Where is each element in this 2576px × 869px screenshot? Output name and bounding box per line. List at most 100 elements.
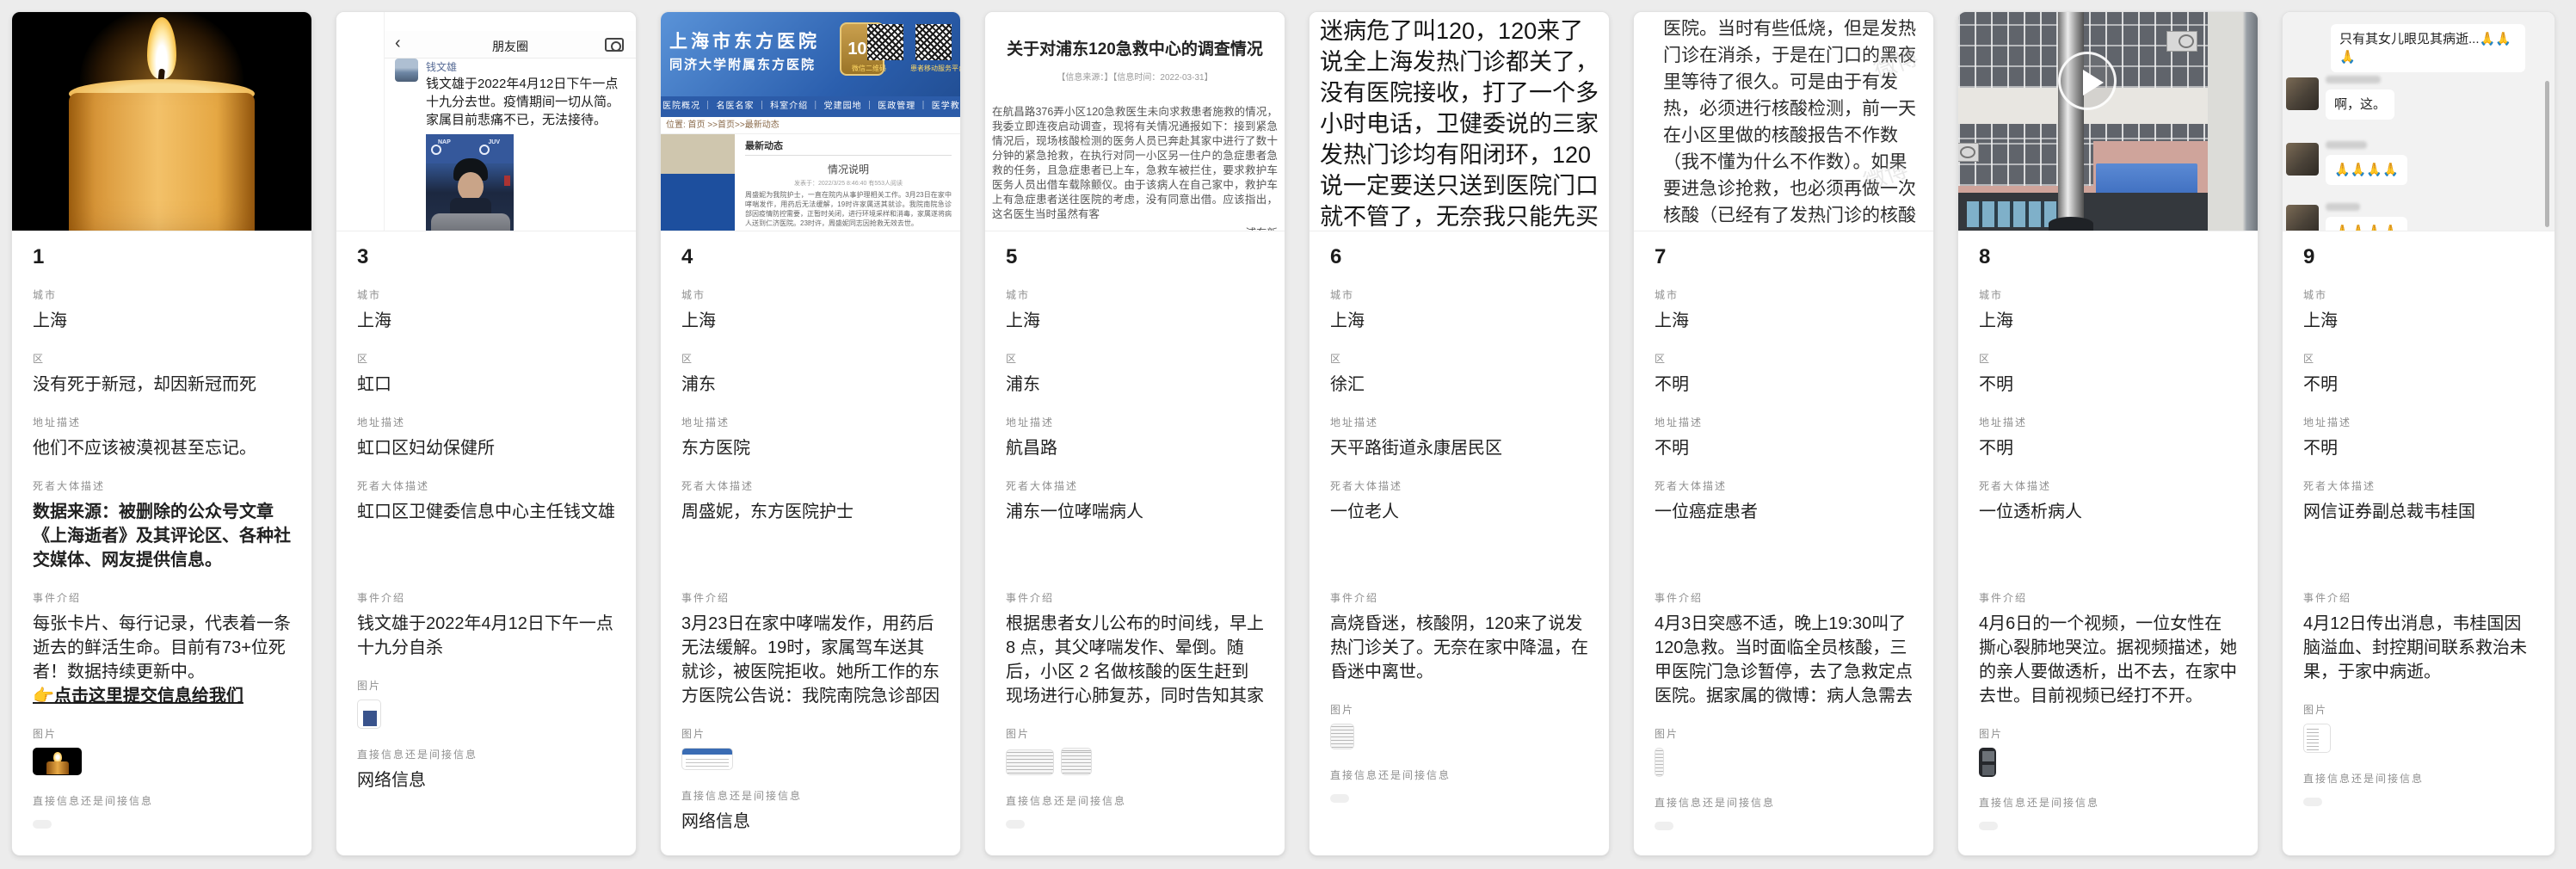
field-value-source: 网络信息	[357, 768, 615, 792]
hospital-banner: 上海市东方医院 同济大学附属东方医院 100 微信二维码 患者移动服务平台	[661, 12, 960, 96]
submit-info-link[interactable]: 👉点击这里提交信息给我们	[33, 684, 291, 708]
field-label-source: 直接信息还是间接信息	[357, 748, 615, 761]
field-label-image: 图片	[681, 727, 940, 741]
field-label-event: 事件介绍	[1006, 591, 1264, 605]
field-value-event: 根据患者女儿公布的时间线，早上 8 点，其父哮喘发作、晕倒。随后，小区 2 名做…	[1006, 612, 1264, 708]
attachment-thumbnail[interactable]	[357, 700, 381, 729]
card-cover-candle-photo[interactable]	[12, 12, 311, 231]
logo-ring	[431, 145, 441, 155]
field-value-event: 4月12日传出消息，韦桂国因脑溢血、封控期间联系救治未果，于家中病逝。	[2303, 612, 2534, 684]
thumb-frame	[1982, 751, 1994, 761]
chat-bubble: 只有其女儿眼见其病逝...🙏🙏🙏	[2331, 24, 2525, 72]
blurred-username	[2326, 141, 2367, 149]
empty-value-pill	[1655, 822, 1673, 830]
card-cover-group-chat[interactable]: 只有其女儿眼见其病逝...🙏🙏🙏 啊，这。 🙏🙏🙏🙏 🙏🙏🙏🙏	[2283, 12, 2554, 231]
moments-post-photo: NAP JUV	[426, 134, 514, 231]
notice-title: 情况说明	[745, 162, 952, 176]
poster-name: 钱文雄	[426, 59, 457, 74]
field-value-city: 上海	[681, 309, 940, 333]
field-value-address: 不明	[1655, 436, 1913, 460]
screenshot-text: 迷病危了叫120，120来了说全上海发热门诊都关了，没有医院接收，打了一个多小时…	[1310, 12, 1609, 231]
field-value-address: 航昌路	[1006, 436, 1264, 460]
field-label-city: 城市	[357, 288, 615, 302]
field-label-address: 地址描述	[1655, 416, 1913, 429]
field-value-source: 网络信息	[681, 810, 940, 834]
field-label-district: 区	[1655, 352, 1913, 366]
attachment-thumbnail[interactable]	[681, 748, 733, 770]
field-value-deceased: 一位透析病人	[1979, 500, 2237, 572]
field-value-deceased: 一位癌症患者	[1655, 500, 1913, 572]
hospital-name: 上海市东方医院	[669, 28, 820, 53]
field-value-event: 4月6日的一个视频，一位女性在撕心裂肺地哭泣。据视频描述，她的亲人要做透析，出不…	[1979, 612, 2237, 708]
balcony-pillar	[2208, 12, 2258, 231]
field-value-address: 虹口区妇幼保健所	[357, 436, 615, 460]
empty-value-pill	[1006, 820, 1025, 829]
card-cover-investigation-notice[interactable]: 关于对浦东120急救中心的调查情况 【信息来源：】【信息时间：2022-03-3…	[985, 12, 1285, 231]
notice-title: 关于对浦东120急救中心的调查情况	[992, 36, 1278, 59]
field-label-address: 地址描述	[2303, 416, 2534, 429]
field-label-district: 区	[1006, 352, 1264, 366]
field-label-source: 直接信息还是间接信息	[33, 794, 291, 808]
card-cover-video-still[interactable]	[1958, 12, 2258, 231]
thumb-frame	[1982, 765, 1994, 775]
empty-value-pill	[33, 820, 52, 829]
field-label-image: 图片	[33, 727, 291, 741]
record-card-7[interactable]: 医院。当时有些低烧，但是发热门诊在消杀，于是在门口的黑夜里等待了很久。可是由于有…	[1633, 11, 1934, 856]
record-card-9[interactable]: 只有其女儿眼见其病逝...🙏🙏🙏 啊，这。 🙏🙏🙏🙏 🙏🙏🙏🙏 9 城市 上海 …	[2282, 11, 2555, 856]
field-value-district: 浦东	[681, 373, 940, 397]
field-label-image: 图片	[1330, 703, 1588, 717]
air-conditioner	[1958, 143, 1979, 162]
attachment-thumbnail[interactable]	[1006, 749, 1054, 775]
record-card-5[interactable]: 关于对浦东120急救中心的调查情况 【信息来源：】【信息时间：2022-03-3…	[984, 11, 1285, 856]
field-label-address: 地址描述	[1006, 416, 1264, 429]
gallery-board[interactable]: 1 城市 上海 区 没有死于新冠，却因新冠而死 地址描述 他们不应该被漠视甚至忘…	[0, 0, 2576, 867]
card-cover-text-screenshot[interactable]: 迷病危了叫120，120来了说全上海发热门诊都关了，没有医院接收，打了一个多小时…	[1310, 12, 1609, 231]
attachment-thumbnail[interactable]	[1655, 748, 1664, 777]
thumb-photo	[363, 711, 377, 726]
field-label-event: 事件介绍	[1330, 591, 1588, 605]
attachment-thumbnail[interactable]	[33, 748, 82, 775]
moments-screenshot: ‹ 朋友圈 钱文雄 钱文雄于2022年4月12日下午一点十九分去世。疫情期间一切…	[384, 12, 636, 231]
man-face	[458, 172, 484, 201]
field-value-deceased: 浦东一位哮喘病人	[1006, 500, 1264, 572]
field-value-district: 不明	[1979, 373, 2237, 397]
attachment-thumbnail[interactable]	[2303, 724, 2331, 753]
moments-title-bar: ‹ 朋友圈	[385, 31, 636, 59]
attachment-thumbnail[interactable]	[1061, 748, 1092, 775]
field-label-deceased: 死者大体描述	[357, 479, 615, 493]
attachment-thumbnail[interactable]	[1979, 748, 1996, 777]
field-value-city: 上海	[357, 309, 615, 333]
chat-avatar	[2286, 143, 2319, 176]
field-value-event: 钱文雄于2022年4月12日下午一点十九分自杀	[357, 612, 615, 660]
field-value-district: 不明	[1655, 373, 1913, 397]
record-card-6[interactable]: 迷病危了叫120，120来了说全上海发热门诊都关了，没有医院接收，打了一个多小时…	[1309, 11, 1610, 856]
hospital-subname: 同济大学附属东方医院	[669, 55, 816, 73]
record-card-8[interactable]: 8 城市 上海 区 不明 地址描述 不明 死者大体描述 一位透析病人 事件介绍 …	[1957, 11, 2259, 856]
record-card-4[interactable]: 上海市东方医院 同济大学附属东方医院 100 微信二维码 患者移动服务平台 医院…	[660, 11, 961, 856]
card-cover-hospital-website[interactable]: 上海市东方医院 同济大学附属东方医院 100 微信二维码 患者移动服务平台 医院…	[661, 12, 960, 231]
field-value-city: 上海	[33, 309, 291, 333]
blue-awning	[2096, 163, 2197, 196]
chat-bubble: 啊，这。	[2326, 89, 2394, 120]
camera-icon	[605, 38, 624, 52]
notice-signature: 上海市东方医院	[745, 230, 952, 231]
record-card-3[interactable]: ‹ 朋友圈 钱文雄 钱文雄于2022年4月12日下午一点十九分去世。疫情期间一切…	[336, 11, 637, 856]
field-label-address: 地址描述	[1330, 416, 1588, 429]
play-icon	[2058, 52, 2117, 110]
card-number: 5	[1006, 245, 1264, 269]
field-label-address: 地址描述	[1979, 416, 2237, 429]
field-label-district: 区	[357, 352, 615, 366]
field-value-district: 徐汇	[1330, 373, 1588, 397]
candle-body	[69, 93, 255, 231]
field-value-deceased: 一位老人	[1330, 500, 1588, 572]
chat-bubble: 🙏🙏🙏🙏	[2326, 217, 2407, 231]
attachment-thumbnail[interactable]	[1330, 724, 1354, 749]
field-value-deceased: 周盛妮，东方医院护士	[681, 500, 940, 572]
field-label-district: 区	[33, 352, 291, 366]
record-card-1[interactable]: 1 城市 上海 区 没有死于新冠，却因新冠而死 地址描述 他们不应该被漠视甚至忘…	[11, 11, 312, 856]
field-value-district: 不明	[2303, 373, 2534, 397]
field-value-district: 没有死于新冠，却因新冠而死	[33, 373, 291, 397]
card-cover-wechat-moments[interactable]: ‹ 朋友圈 钱文雄 钱文雄于2022年4月12日下午一点十九分去世。疫情期间一切…	[336, 12, 636, 231]
empty-value-pill	[2303, 798, 2322, 806]
card-cover-weibo-text-screenshot[interactable]: 医院。当时有些低烧，但是发热门诊在消杀，于是在门口的黑夜里等待了很久。可是由于有…	[1634, 12, 1933, 231]
